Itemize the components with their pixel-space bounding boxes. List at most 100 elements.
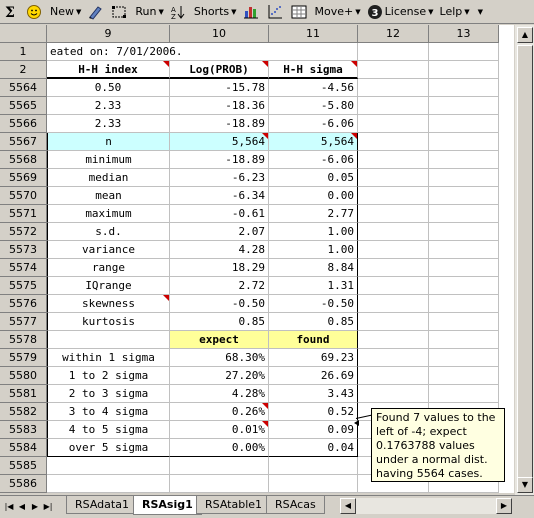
cell[interactable]: 3.43 — [269, 385, 358, 403]
scroll-down-button[interactable]: ▼ — [517, 477, 533, 493]
creation-date-cell[interactable]: eated on: 7/01/2006. — [47, 43, 182, 61]
cell[interactable] — [429, 187, 499, 205]
cell[interactable] — [358, 367, 429, 385]
next-sheet-icon[interactable]: ▶ — [29, 499, 41, 514]
sigma-button[interactable]: Σ — [0, 2, 22, 22]
column-header[interactable]: 13 — [429, 25, 499, 43]
row-header[interactable]: 5585 — [0, 457, 47, 475]
shorts-menu-button[interactable]: Shorts ▼ — [192, 2, 239, 22]
cell[interactable] — [429, 223, 499, 241]
cell[interactable]: 2.07 — [170, 223, 269, 241]
cell[interactable]: 2.33 — [47, 115, 170, 133]
cell[interactable] — [170, 43, 269, 61]
column-title-cell[interactable]: Log(PROB) — [170, 61, 269, 79]
cell[interactable]: 1.00 — [269, 241, 358, 259]
first-sheet-icon[interactable]: |◀ — [3, 499, 15, 514]
row-header[interactable]: 5581 — [0, 385, 47, 403]
cell[interactable] — [429, 385, 499, 403]
cell[interactable] — [269, 475, 358, 493]
cell[interactable] — [429, 97, 499, 115]
cell[interactable] — [429, 349, 499, 367]
cell[interactable]: kurtosis — [47, 313, 170, 331]
cell[interactable]: within 1 sigma — [47, 349, 170, 367]
cell[interactable] — [269, 43, 358, 61]
cell[interactable] — [170, 457, 269, 475]
cell[interactable]: -6.06 — [269, 115, 358, 133]
cell[interactable] — [429, 151, 499, 169]
cell[interactable]: 69.23 — [269, 349, 358, 367]
cell[interactable]: 3 to 4 sigma — [47, 403, 170, 421]
row-header[interactable]: 5578 — [0, 331, 47, 349]
cell[interactable] — [429, 277, 499, 295]
cell[interactable]: variance — [47, 241, 170, 259]
column-title-cell[interactable]: H-H index — [47, 61, 170, 79]
bar-chart-button[interactable] — [241, 2, 263, 22]
cell[interactable] — [429, 205, 499, 223]
cell[interactable] — [358, 277, 429, 295]
cell[interactable] — [358, 79, 429, 97]
move-menu-button[interactable]: Move+ ▼ — [313, 2, 363, 22]
cell[interactable]: 0.50 — [47, 79, 170, 97]
pen-button[interactable] — [85, 2, 107, 22]
row-header[interactable]: 5582 — [0, 403, 47, 421]
cell[interactable]: 4.28% — [170, 385, 269, 403]
new-menu-button[interactable]: New ▼ — [48, 2, 83, 22]
run-menu-button[interactable]: Run ▼ — [133, 2, 165, 22]
row-header[interactable]: 5564 — [0, 79, 47, 97]
cell[interactable]: 0.01% — [170, 421, 269, 439]
row-header[interactable]: 5580 — [0, 367, 47, 385]
cell[interactable]: 0.26% — [170, 403, 269, 421]
sort-button[interactable]: AZ — [168, 2, 190, 22]
cell[interactable] — [170, 475, 269, 493]
cell[interactable]: expect — [170, 331, 269, 349]
cell[interactable]: 4 to 5 sigma — [47, 421, 170, 439]
column-header[interactable]: 9 — [47, 25, 170, 43]
cell[interactable] — [358, 241, 429, 259]
cell[interactable] — [429, 43, 499, 61]
cell[interactable]: 0.85 — [170, 313, 269, 331]
row-header[interactable]: 5572 — [0, 223, 47, 241]
cell[interactable]: 2 to 3 sigma — [47, 385, 170, 403]
cell[interactable]: 26.69 — [269, 367, 358, 385]
cell[interactable] — [269, 457, 358, 475]
cell[interactable] — [358, 97, 429, 115]
cell[interactable]: -6.23 — [170, 169, 269, 187]
cell[interactable]: skewness — [47, 295, 170, 313]
cell[interactable] — [358, 133, 429, 151]
vertical-scrollbar[interactable]: ▲ ▼ — [514, 25, 534, 495]
cell[interactable]: minimum — [47, 151, 170, 169]
row-header[interactable]: 5584 — [0, 439, 47, 457]
row-header[interactable]: 5575 — [0, 277, 47, 295]
cell[interactable] — [358, 115, 429, 133]
scrollbar-thumb[interactable] — [517, 45, 533, 481]
cell[interactable]: 8.84 — [269, 259, 358, 277]
row-header[interactable]: 2 — [0, 61, 47, 79]
cell[interactable]: 1 to 2 sigma — [47, 367, 170, 385]
cell[interactable]: 0.05 — [269, 169, 358, 187]
column-title-cell[interactable]: H-H sigma — [269, 61, 358, 79]
cell[interactable] — [429, 367, 499, 385]
cell[interactable]: -0.50 — [170, 295, 269, 313]
select-button[interactable] — [109, 2, 131, 22]
prev-sheet-icon[interactable]: ◀ — [16, 499, 28, 514]
scatter-chart-button[interactable] — [265, 2, 287, 22]
cell[interactable] — [358, 331, 429, 349]
cell[interactable]: 5,564 — [269, 133, 358, 151]
last-sheet-icon[interactable]: ▶| — [42, 499, 54, 514]
cell[interactable]: median — [47, 169, 170, 187]
cell[interactable]: n — [47, 133, 170, 151]
cell[interactable]: -15.78 — [170, 79, 269, 97]
sheet-tab-rsacas[interactable]: RSAcas — [266, 496, 325, 514]
row-header[interactable]: 5579 — [0, 349, 47, 367]
sheet-tab-rsatable1[interactable]: RSAtable1 — [196, 496, 272, 514]
column-header[interactable]: 11 — [269, 25, 358, 43]
row-header[interactable]: 5569 — [0, 169, 47, 187]
cell[interactable] — [358, 151, 429, 169]
cell[interactable]: 4.28 — [170, 241, 269, 259]
cell[interactable] — [358, 259, 429, 277]
cell[interactable]: found — [269, 331, 358, 349]
sheet-tab-rsadata1[interactable]: RSAdata1 — [66, 496, 138, 514]
cell[interactable] — [429, 295, 499, 313]
cell[interactable]: 0.00 — [269, 187, 358, 205]
cell[interactable]: maximum — [47, 205, 170, 223]
